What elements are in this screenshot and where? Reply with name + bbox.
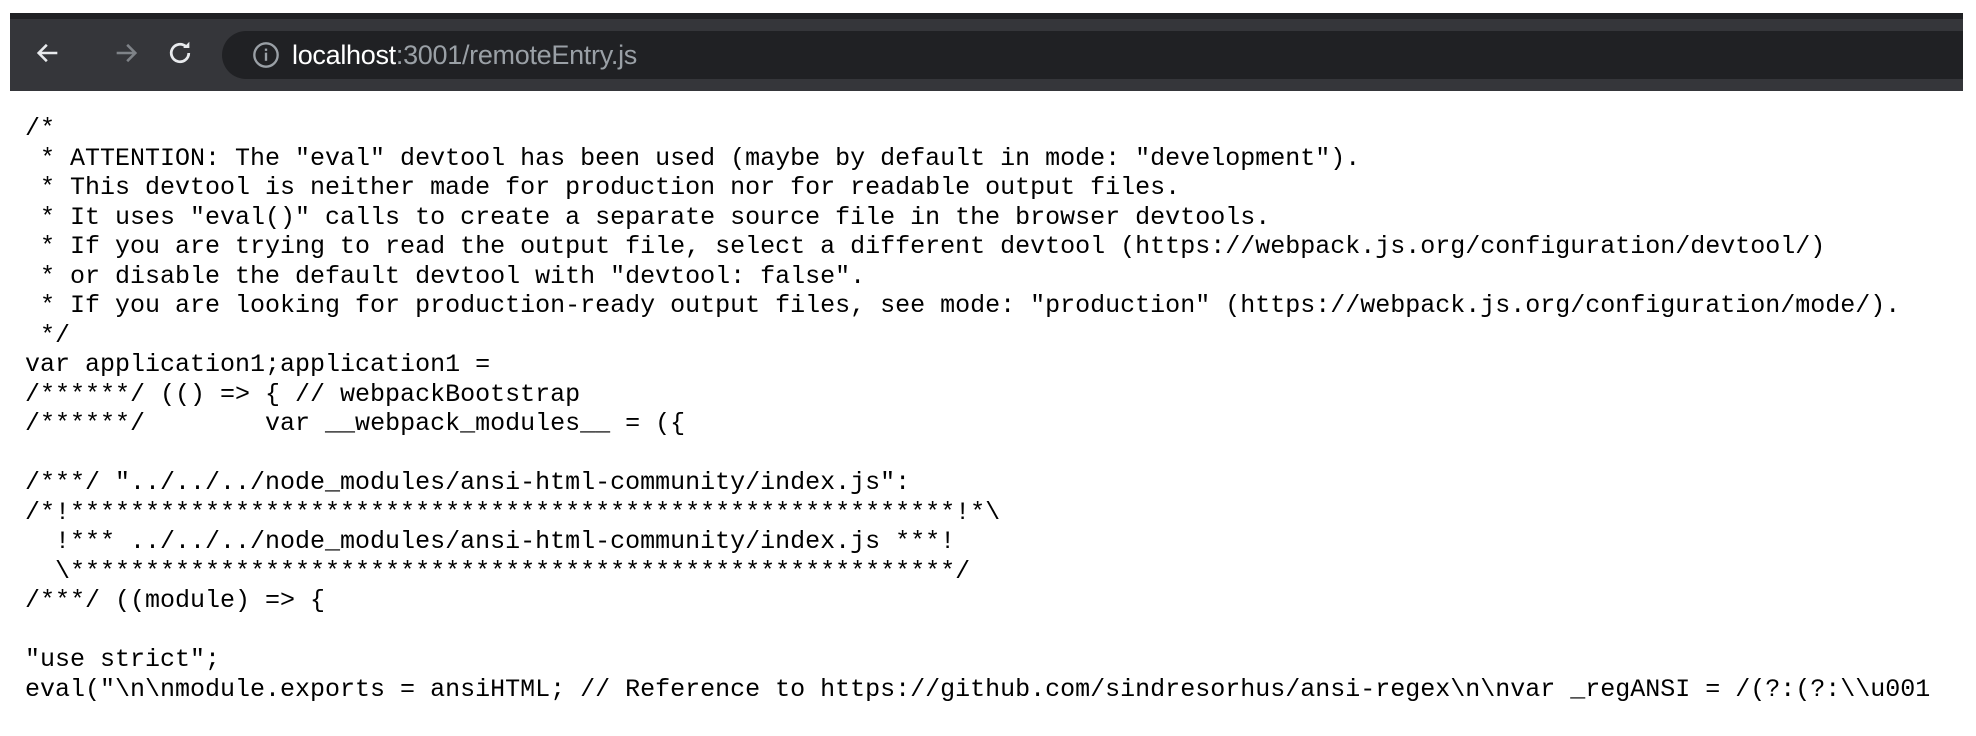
- browser-toolbar: localhost:3001/remoteEntry.js: [10, 13, 1963, 91]
- arrow-right-icon: [116, 43, 138, 63]
- url-host: localhost: [292, 39, 396, 70]
- address-bar[interactable]: localhost:3001/remoteEntry.js: [222, 31, 1963, 79]
- reload-icon: [169, 41, 191, 64]
- code-line: "use strict";: [25, 645, 221, 674]
- code-line: * or disable the default devtool with "d…: [25, 261, 866, 291]
- code-line: /******/ (() => { // webpackBootstrap: [25, 379, 581, 409]
- code-line: * It uses "eval()" calls to create a sep…: [25, 202, 1271, 232]
- forward-button[interactable]: [106, 33, 146, 73]
- code-line: /***/ "../../../node_modules/ansi-html-c…: [25, 468, 911, 497]
- code-line: * If you are looking for production-read…: [25, 291, 1901, 320]
- url-text[interactable]: localhost:3001/remoteEntry.js: [292, 40, 637, 71]
- code-line: */: [25, 320, 71, 350]
- code-line: /*: [25, 114, 56, 143]
- code-line: !*** ../../../node_modules/ansi-html-com…: [25, 527, 956, 556]
- back-button[interactable]: [28, 33, 68, 73]
- code-line: /***/ ((module) => {: [25, 586, 326, 615]
- code-line: * This devtool is neither made for produ…: [25, 173, 1181, 202]
- source-code: /* * ATTENTION: The "eval" devtool has b…: [25, 114, 1930, 704]
- code-line: eval("\n\nmodule.exports = ansiHTML; // …: [25, 674, 1931, 704]
- code-line: \***************************************…: [25, 556, 971, 586]
- code-line: * If you are trying to read the output f…: [25, 232, 1826, 261]
- reload-button[interactable]: [160, 33, 200, 73]
- arrow-left-icon: [36, 43, 58, 63]
- url-path: :3001/remoteEntry.js: [395, 39, 637, 70]
- info-icon: [253, 42, 279, 68]
- code-line: /*!*************************************…: [25, 497, 1001, 527]
- code-line: var application1;application1 =: [25, 350, 491, 379]
- code-line: /******/ var __webpack_modules__ = ({: [25, 409, 686, 438]
- code-line: * ATTENTION: The "eval" devtool has been…: [25, 143, 1361, 173]
